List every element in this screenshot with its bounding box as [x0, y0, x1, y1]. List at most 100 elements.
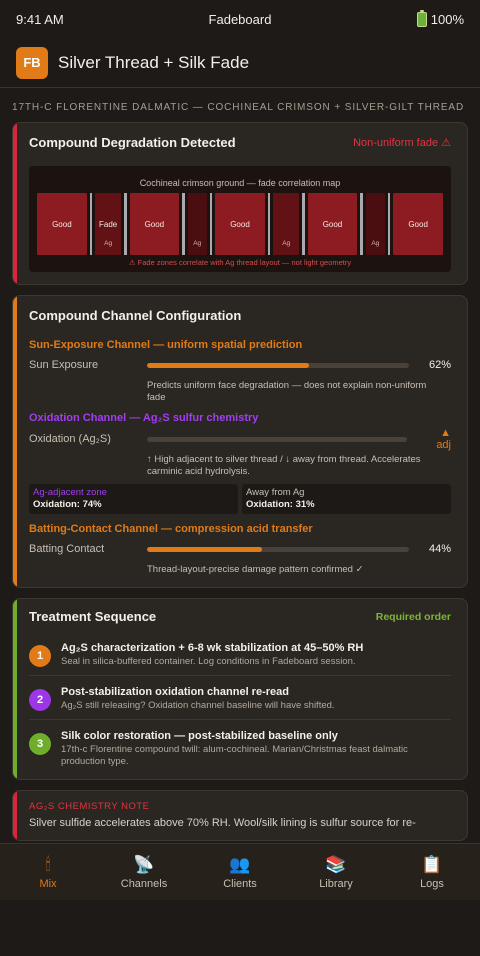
- map-segment-good: Good: [215, 193, 265, 255]
- tab-logs[interactable]: 📋 Logs: [384, 844, 480, 900]
- app-header: FB Silver Thread + Silk Fade: [0, 38, 480, 88]
- degradation-title: Compound Degradation Detected: [29, 135, 236, 150]
- away-from-ag-zone: Away from Ag Oxidation: 31%: [242, 484, 451, 514]
- silver-thread-line: [302, 193, 305, 255]
- non-uniform-fade-tag: Non-uniform fade ⚠: [353, 137, 451, 149]
- treatment-title: Treatment Sequence: [29, 609, 157, 624]
- sun-exposure-bar[interactable]: [147, 362, 409, 368]
- map-segment-sublabel: Ag: [193, 240, 202, 247]
- batting-note: Thread-layout-precise damage pattern con…: [147, 564, 364, 575]
- map-caption: Cochineal crimson ground — fade correlat…: [139, 178, 341, 188]
- tab-library[interactable]: 📚 Library: [288, 844, 384, 900]
- batting-contact-bar[interactable]: [147, 546, 409, 552]
- sun-exposure-value: 62%: [428, 359, 451, 371]
- map-strip: Good Fade Ag Good Ag Good Ag Good Ag Good: [37, 193, 443, 255]
- tab-clients[interactable]: 👥 Clients: [192, 844, 288, 900]
- map-segment-label: Good: [322, 219, 343, 229]
- ag-adjacent-zone: Ag-adjacent zone Oxidation: 74%: [29, 484, 238, 514]
- chemistry-note-title: Ag₂S chemistry note: [29, 801, 150, 812]
- map-segment-label: Good: [408, 219, 428, 229]
- batting-contact-value: 44%: [428, 543, 451, 555]
- ag-adjacent-value: Oxidation: 74%: [33, 499, 102, 510]
- chemistry-note-card: Ag₂S chemistry note Silver sulfide accel…: [12, 790, 468, 841]
- sun-exposure-label: Sun Exposure: [29, 359, 99, 371]
- oxidation-label: Oxidation (Ag₂S): [29, 433, 111, 445]
- sun-channel-title: Sun-Exposure Channel — uniform spatial p…: [29, 339, 303, 351]
- fade-correlation-map: Cochineal crimson ground — fade correlat…: [29, 166, 451, 272]
- tab-channels[interactable]: 📡 Channels: [96, 844, 192, 900]
- status-time: 9:41 AM: [16, 11, 64, 27]
- map-segment-sublabel: Ag: [282, 240, 291, 247]
- app-logo[interactable]: FB: [16, 46, 48, 79]
- silver-thread-line: [123, 193, 127, 255]
- batting-contact-label: Batting Contact: [29, 543, 105, 555]
- oxidation-adj-value: ▲ adj: [436, 427, 451, 451]
- silver-thread-line: [387, 193, 391, 255]
- treatment-steps: 1 Ag₂S characterization + 6-8 wk stabiliz…: [29, 632, 451, 775]
- tab-label: Library: [319, 877, 353, 890]
- map-segment-fade: Fade Ag: [95, 193, 121, 255]
- channel-config-card: Compound Channel Configuration Sun-Expos…: [12, 295, 468, 588]
- oxidation-channel-title: Oxidation Channel — Ag₂S sulfur chemistr…: [29, 412, 259, 424]
- sun-exposure-row[interactable]: Sun Exposure 62%: [29, 358, 451, 372]
- step-description: Seal in silica-buffered container. Log c…: [61, 656, 356, 667]
- sun-note: Predicts uniform face degradation — does…: [147, 380, 427, 403]
- treatment-step[interactable]: 1 Ag₂S characterization + 6-8 wk stabiliz…: [29, 632, 451, 676]
- map-segment-ag: Ag: [365, 193, 385, 255]
- batting-channel-title: Batting-Contact Channel — compression ac…: [29, 523, 313, 535]
- step-title: Post-stabilization oxidation channel re-…: [61, 686, 289, 698]
- silver-thread-line: [360, 193, 363, 255]
- battery-icon: [416, 9, 427, 27]
- oxidation-bar[interactable]: [147, 436, 407, 442]
- ag-adjacent-label: Ag-adjacent zone: [33, 487, 107, 498]
- batting-contact-row[interactable]: Batting Contact 44%: [29, 542, 451, 556]
- tab-mix[interactable]: 🕯 Mix: [0, 844, 96, 900]
- oxidation-note: ↑ High adjacent to silver thread / ↓ awa…: [147, 454, 421, 477]
- map-segment-label: Fade: [98, 219, 118, 229]
- silver-thread-line: [89, 193, 93, 255]
- object-subtitle: 17th-c Florentine dalmatic — cochineal c…: [12, 102, 465, 113]
- map-segment-sublabel: Ag: [371, 240, 380, 247]
- clients-icon: 👥: [229, 854, 251, 874]
- batting-contact-fill: [147, 546, 263, 552]
- step-description: Ag₂S still releasing? Oxidation channel …: [61, 700, 335, 711]
- step-number-badge: 1: [29, 645, 51, 667]
- map-segment-good: Good: [393, 193, 443, 255]
- map-segment-good: Good: [129, 193, 180, 255]
- bottom-safe-area: [0, 900, 480, 956]
- battery-indicator: 100%: [416, 9, 464, 27]
- away-from-ag-label: Away from Ag: [246, 487, 305, 498]
- status-carrier: Fadeboard: [208, 11, 272, 27]
- map-segment-label: Good: [230, 219, 250, 229]
- step-title: Silk color restoration — post-stabilized…: [61, 730, 338, 742]
- oxidation-zones: Ag-adjacent zone Oxidation: 74% Away fro…: [29, 484, 451, 514]
- map-segment-sublabel: Ag: [104, 240, 113, 247]
- treatment-step[interactable]: 3 Silk color restoration — post-stabilize…: [29, 720, 451, 775]
- mix-icon: 🕯: [45, 854, 51, 874]
- step-number-badge: 3: [29, 733, 51, 755]
- channels-icon: 📡: [133, 854, 155, 874]
- away-from-ag-value: Oxidation: 31%: [246, 499, 315, 510]
- oxidation-row[interactable]: Oxidation (Ag₂S) ▲ adj: [29, 427, 451, 451]
- logs-icon: 📋: [421, 854, 443, 874]
- config-title: Compound Channel Configuration: [29, 308, 242, 323]
- silver-thread-line: [267, 193, 271, 255]
- map-segment-label: Good: [52, 219, 72, 229]
- step-description: 17th-c Florentine compound twill: alum-c…: [61, 744, 408, 767]
- tab-label: Logs: [420, 877, 444, 890]
- map-segment-label: Good: [144, 219, 165, 229]
- step-number-badge: 2: [29, 689, 51, 711]
- library-icon: 📚: [325, 854, 347, 874]
- map-segment-fade: Ag: [273, 193, 300, 255]
- tab-label: Mix: [39, 877, 57, 890]
- main-scroll[interactable]: 17th-c Florentine dalmatic — cochineal c…: [0, 88, 480, 843]
- silver-thread-line: [182, 193, 185, 255]
- degradation-card: Compound Degradation Detected Non-unifor…: [12, 122, 468, 285]
- tab-label: Channels: [120, 877, 168, 890]
- tab-bar: 🕯 Mix 📡 Channels 👥 Clients 📚 Library 📋 Logs: [0, 843, 480, 900]
- map-segment-good: Good: [37, 193, 87, 255]
- treatment-step[interactable]: 2 Post-stabilization oxidation channel re…: [29, 676, 451, 720]
- map-segment-ag: Ag: [187, 193, 207, 255]
- treatment-card: Treatment Sequence Required order 1 Ag₂S …: [12, 598, 468, 780]
- required-order-tag: Required order: [375, 610, 451, 623]
